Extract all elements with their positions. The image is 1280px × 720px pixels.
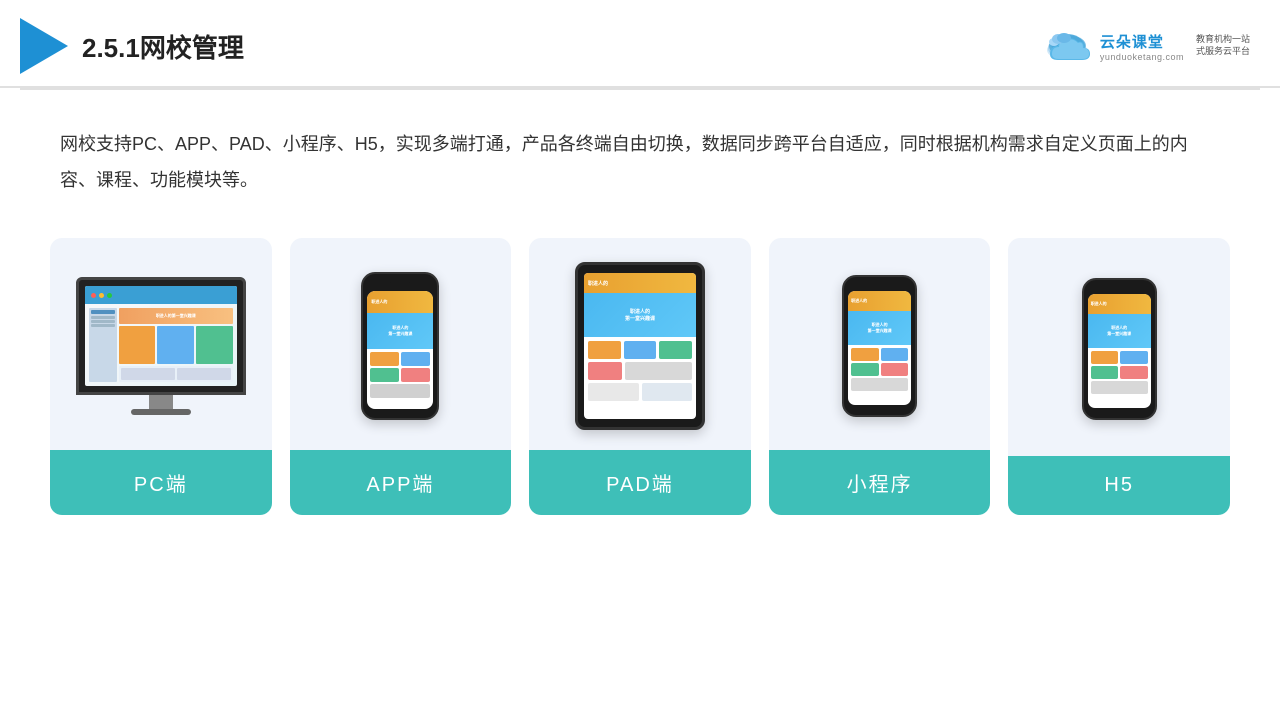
brand-name: 云朵课堂: [1100, 31, 1164, 52]
brand-slogan: 教育机构一站式服务云平台: [1196, 34, 1250, 57]
card-pad-label: PAD端: [529, 450, 751, 515]
card-pad: 职进人的 职进人的第一堂兴趣课: [529, 238, 751, 515]
brand-cloud-icon: [1042, 28, 1092, 64]
header-left: 2.5.1网校管理: [20, 18, 244, 74]
card-app-image: 职进人的 职进人的第一堂兴趣课: [290, 238, 512, 450]
page-title: 2.5.1网校管理: [82, 28, 244, 65]
title-number: 2.5.1网校管理: [82, 33, 244, 63]
card-h5-image: 职进人的 职进人的第一堂兴趣课: [1008, 238, 1230, 456]
card-app: 职进人的 职进人的第一堂兴趣课: [290, 238, 512, 515]
pc-monitor-icon: 职进人的第一堂兴趣课: [76, 277, 246, 415]
phone-h5-icon: 职进人的 职进人的第一堂兴趣课: [1082, 278, 1157, 420]
brand-text: 云朵课堂 yunduoketang.com: [1100, 31, 1184, 62]
card-h5: 职进人的 职进人的第一堂兴趣课: [1008, 238, 1230, 515]
description-text: 网校支持PC、APP、PAD、小程序、H5，实现多端打通，产品各终端自由切换，数…: [0, 90, 1280, 218]
card-pc: 职进人的第一堂兴趣课: [50, 238, 272, 515]
description-paragraph: 网校支持PC、APP、PAD、小程序、H5，实现多端打通，产品各终端自由切换，数…: [60, 126, 1220, 198]
brand-logo: 云朵课堂 yunduoketang.com 教育机构一站式服务云平台: [1042, 28, 1250, 64]
card-pc-image: 职进人的第一堂兴趣课: [50, 238, 272, 450]
phone-miniprogram-icon: 职进人的 职进人的第一堂兴趣课: [842, 275, 917, 417]
card-h5-label: H5: [1008, 456, 1230, 515]
cards-container: 职进人的第一堂兴趣课: [0, 218, 1280, 535]
card-pad-image: 职进人的 职进人的第一堂兴趣课: [529, 238, 751, 450]
brand-domain: yunduoketang.com: [1100, 52, 1184, 62]
tablet-pad-icon: 职进人的 职进人的第一堂兴趣课: [575, 262, 705, 430]
logo-icon: [20, 18, 68, 74]
card-miniprogram: 职进人的 职进人的第一堂兴趣课: [769, 238, 991, 515]
card-miniprogram-label: 小程序: [769, 450, 991, 515]
card-miniprogram-image: 职进人的 职进人的第一堂兴趣课: [769, 238, 991, 450]
card-app-label: APP端: [290, 450, 512, 515]
card-pc-label: PC端: [50, 450, 272, 515]
phone-app-icon: 职进人的 职进人的第一堂兴趣课: [361, 272, 439, 420]
header: 2.5.1网校管理 云朵课堂 yunduoketang.com: [0, 0, 1280, 88]
